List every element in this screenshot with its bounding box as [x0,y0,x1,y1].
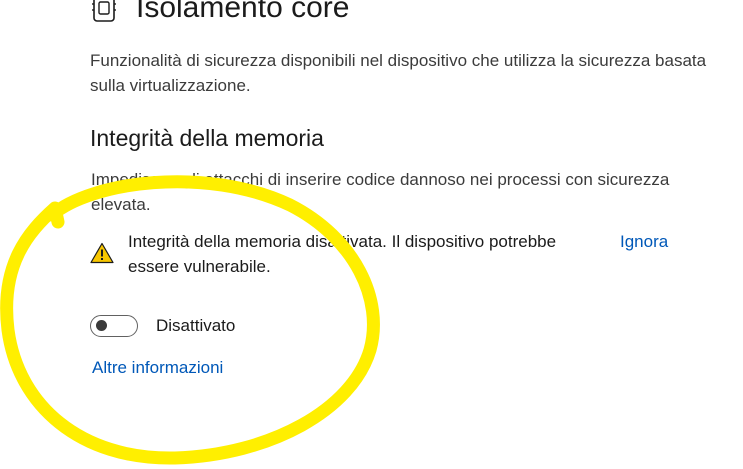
warning-message: Integrità della memoria disattivata. Il … [128,232,557,276]
page-description: Funzionalità di sicurezza disponibili ne… [90,51,707,95]
core-isolation-icon [92,0,116,22]
more-info-link[interactable]: Altre informazioni [92,358,223,378]
memory-integrity-title: Integrità della memoria [90,125,324,151]
toggle-knob [96,320,107,331]
memory-integrity-toggle-row: Disattivato [90,315,235,337]
toggle-state-label: Disattivato [156,316,236,335]
warning-icon [90,242,114,264]
ignore-link[interactable]: Ignora [620,231,668,253]
memory-integrity-warning: Integrità della memoria disattivata. Il … [90,229,700,279]
windows-security-core-isolation-page: Isolamento core Funzionalità di sicurezz… [0,0,743,469]
page-title: Isolamento core [136,0,350,24]
memory-integrity-toggle[interactable] [90,315,138,337]
memory-integrity-description: Impedisce agli attacchi di inserire codi… [91,170,670,214]
page-header: Isolamento core [90,0,349,30]
